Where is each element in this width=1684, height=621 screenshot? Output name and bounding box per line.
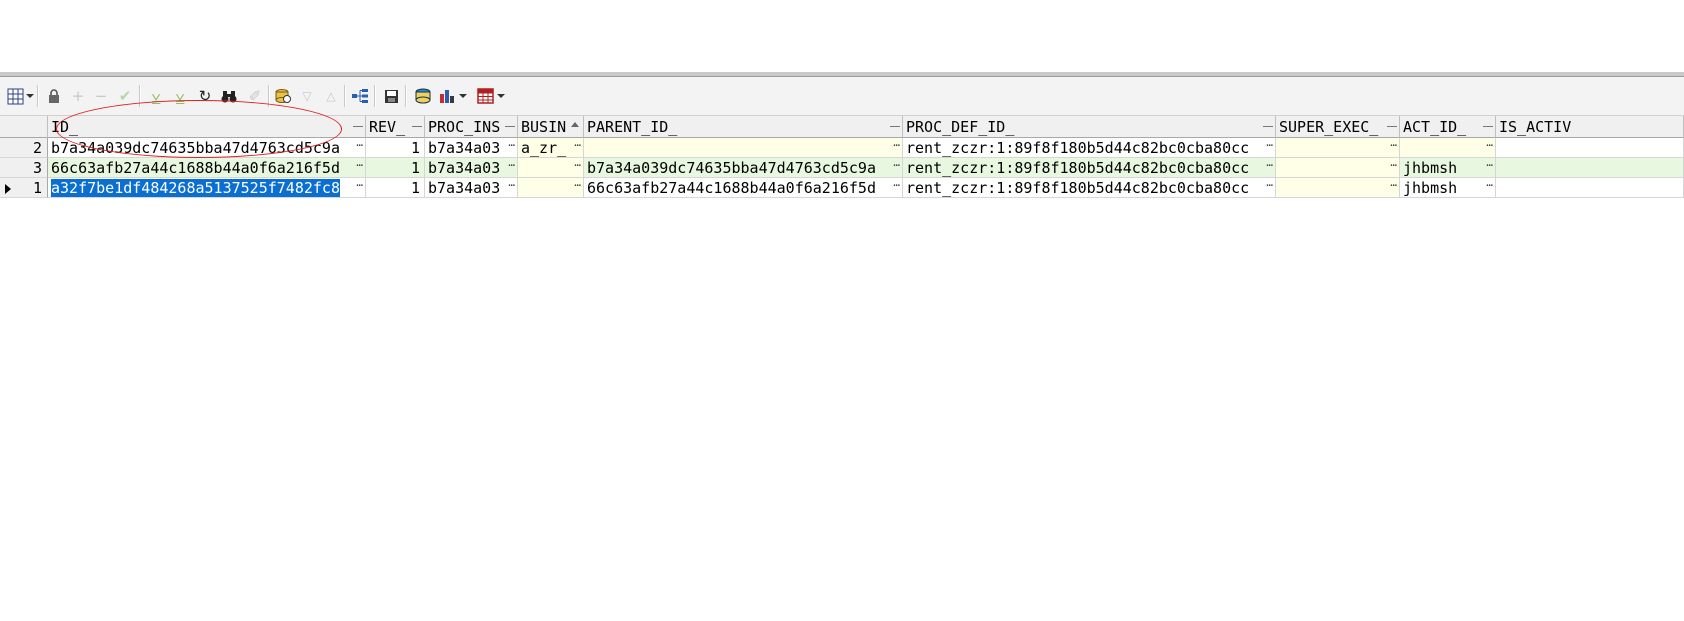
column-header-label: PROC_DEF_ID_ bbox=[906, 118, 1015, 136]
current-row-indicator-icon bbox=[5, 184, 11, 194]
cell-text: jhbmsh bbox=[1403, 179, 1458, 197]
grid-view-icon[interactable] bbox=[4, 85, 26, 107]
cell-text: b7a34a03 bbox=[428, 139, 501, 157]
cell-parent-id[interactable]: … bbox=[584, 138, 903, 158]
cell-busin[interactable]: a_zr_… bbox=[518, 138, 584, 158]
table-icon[interactable] bbox=[474, 85, 496, 107]
cell-parent-id[interactable]: b7a34a039dc74635bba47d4763cd5c9a… bbox=[584, 158, 903, 178]
database-icon[interactable] bbox=[412, 85, 434, 107]
cell-busin[interactable]: … bbox=[518, 158, 584, 178]
triangle-up-icon[interactable]: △ bbox=[320, 85, 342, 107]
column-header-label: SUPER_EXEC_ bbox=[1279, 118, 1379, 136]
cell-act-id[interactable]: … bbox=[1400, 138, 1496, 158]
column-header-label: PROC_INS bbox=[428, 118, 501, 136]
row-number-header bbox=[0, 116, 48, 138]
red-ellipse-annotation bbox=[56, 100, 342, 158]
cell-rev[interactable]: 1 bbox=[366, 138, 425, 158]
chevron-down-icon[interactable] bbox=[459, 94, 467, 98]
toolbar-separator bbox=[344, 85, 346, 107]
cell-proc-def-id[interactable]: rent_zczr:1:89f8f180b5d44c82bc0cba80cc… bbox=[903, 178, 1276, 198]
query-tree-icon[interactable] bbox=[349, 85, 371, 107]
cell-rev[interactable]: 1 bbox=[366, 158, 425, 178]
toolbar-separator bbox=[405, 85, 407, 107]
cell-id[interactable]: a32f7be1df484268a5137525f7482fc8… bbox=[48, 178, 366, 198]
column-header-label: ACT_ID_ bbox=[1403, 118, 1467, 136]
row-number[interactable]: 3 bbox=[0, 158, 48, 178]
cell-text: b7a34a03 bbox=[428, 159, 501, 177]
cell-proc-def-id[interactable]: rent_zczr:1:89f8f180b5d44c82bc0cba80cc… bbox=[903, 158, 1276, 178]
cell-is-active[interactable] bbox=[1496, 158, 1684, 178]
cell-text: a_zr_ bbox=[521, 139, 567, 157]
cell-text: rent_zczr:1:89f8f180b5d44c82bc0cba80cc bbox=[906, 179, 1250, 197]
row-number[interactable]: 2 bbox=[0, 138, 48, 158]
cell-text: 66c63afb27a44c1688b44a0f6a216f5d bbox=[51, 159, 340, 177]
cell-text: b7a34a03 bbox=[428, 179, 501, 197]
column-header-super-exec[interactable]: SUPER_EXEC_ bbox=[1276, 116, 1400, 138]
table-row[interactable]: 3 66c63afb27a44c1688b44a0f6a216f5d… 1 b7… bbox=[0, 158, 1684, 178]
column-header-parent-id[interactable]: PARENT_ID_ bbox=[584, 116, 903, 138]
cell-text-selected: a32f7be1df484268a5137525f7482fc8 bbox=[51, 179, 340, 197]
save-icon[interactable] bbox=[380, 85, 402, 107]
cell-super-exec[interactable]: … bbox=[1276, 158, 1400, 178]
cell-super-exec[interactable]: … bbox=[1276, 178, 1400, 198]
column-header-proc-ins[interactable]: PROC_INS bbox=[425, 116, 518, 138]
column-header-label: BUSIN bbox=[521, 118, 567, 136]
plus-icon[interactable]: + bbox=[67, 85, 89, 107]
column-header-act-id[interactable]: ACT_ID_ bbox=[1400, 116, 1496, 138]
row-number-text: 1 bbox=[32, 179, 42, 197]
cell-super-exec[interactable]: … bbox=[1276, 138, 1400, 158]
cell-parent-id[interactable]: 66c63afb27a44c1688b44a0f6a216f5d… bbox=[584, 178, 903, 198]
chevron-down-icon[interactable] bbox=[26, 94, 34, 98]
column-header-rev[interactable]: REV_ bbox=[366, 116, 425, 138]
column-header-proc-def-id[interactable]: PROC_DEF_ID_ bbox=[903, 116, 1276, 138]
cell-proc-def-id[interactable]: rent_zczr:1:89f8f180b5d44c82bc0cba80cc… bbox=[903, 138, 1276, 158]
cell-is-active[interactable] bbox=[1496, 138, 1684, 158]
cell-text: b7a34a039dc74635bba47d4763cd5c9a bbox=[587, 159, 876, 177]
cell-text: rent_zczr:1:89f8f180b5d44c82bc0cba80cc bbox=[906, 139, 1250, 157]
column-header-label: IS_ACTIV bbox=[1499, 118, 1572, 136]
cell-text: rent_zczr:1:89f8f180b5d44c82bc0cba80cc bbox=[906, 159, 1250, 177]
toolbar-separator bbox=[374, 85, 376, 107]
minus-icon[interactable]: − bbox=[90, 85, 112, 107]
cell-proc-ins[interactable]: b7a34a03… bbox=[425, 138, 518, 158]
toolbar-separator bbox=[37, 85, 39, 107]
cell-is-active[interactable] bbox=[1496, 178, 1684, 198]
cell-proc-ins[interactable]: b7a34a03… bbox=[425, 178, 518, 198]
cell-proc-ins[interactable]: b7a34a03… bbox=[425, 158, 518, 178]
row-number[interactable]: 1 bbox=[0, 178, 48, 198]
cell-text: 66c63afb27a44c1688b44a0f6a216f5d bbox=[587, 179, 876, 197]
table-row[interactable]: 1 a32f7be1df484268a5137525f7482fc8… 1 b7… bbox=[0, 178, 1684, 198]
lock-icon[interactable] bbox=[43, 85, 65, 107]
column-header-is-active[interactable]: IS_ACTIV bbox=[1496, 116, 1684, 138]
column-header-label: REV_ bbox=[369, 118, 406, 136]
cell-text: jhbmsh bbox=[1403, 159, 1458, 177]
column-header-busin[interactable]: BUSIN bbox=[518, 116, 584, 138]
column-header-label: PARENT_ID_ bbox=[587, 118, 678, 136]
chevron-down-icon[interactable] bbox=[497, 94, 505, 98]
cell-rev[interactable]: 1 bbox=[366, 178, 425, 198]
cell-busin[interactable]: … bbox=[518, 178, 584, 198]
cell-act-id[interactable]: jhbmsh… bbox=[1400, 178, 1496, 198]
cell-act-id[interactable]: jhbmsh… bbox=[1400, 158, 1496, 178]
triangle-down-icon[interactable]: ▽ bbox=[296, 85, 318, 107]
cell-id[interactable]: 66c63afb27a44c1688b44a0f6a216f5d… bbox=[48, 158, 366, 178]
chart-icon[interactable] bbox=[437, 85, 459, 107]
